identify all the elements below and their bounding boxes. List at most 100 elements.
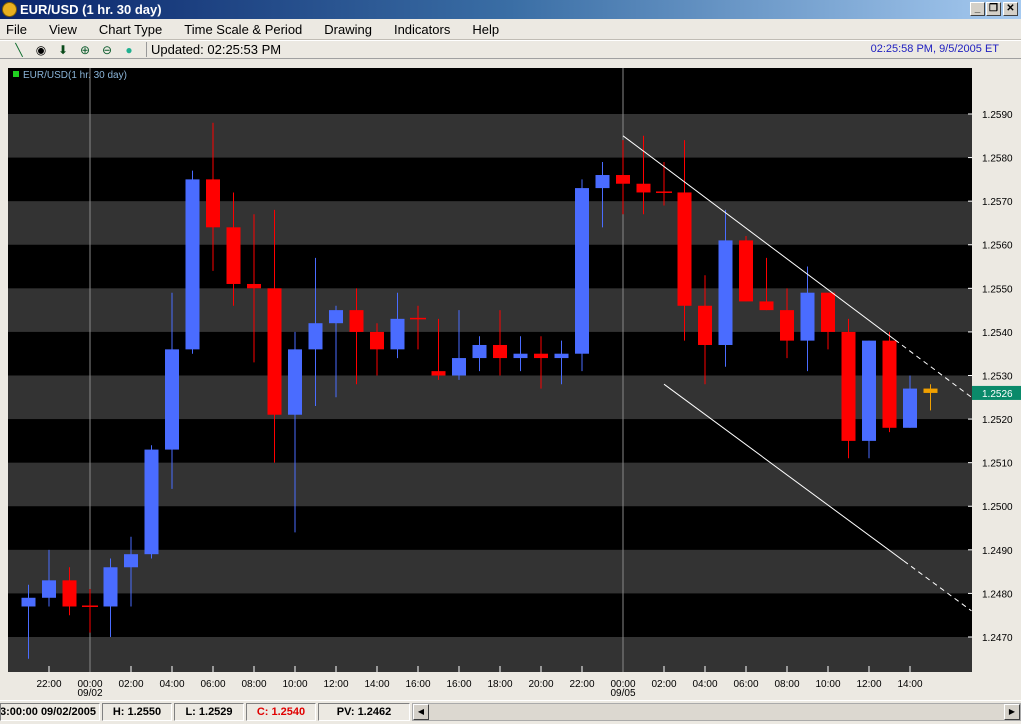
- y-tick-label: 1.2570: [982, 197, 1013, 208]
- toolbar: ╲ ◉ ⬇ ⊕ ⊖ ● Updated: 02:25:53 PM: [0, 40, 1021, 59]
- status-datetime: 09/02/2005 13:00:00: [0, 702, 100, 721]
- candle: [185, 170, 200, 354]
- menu-help[interactable]: Help: [466, 22, 505, 37]
- candle-body: [390, 318, 405, 350]
- close-button[interactable]: ✕: [1003, 2, 1018, 16]
- candle-body: [595, 175, 610, 189]
- candle-body: [42, 580, 56, 598]
- candle-body: [247, 283, 261, 289]
- candle: [882, 331, 897, 433]
- menu-file[interactable]: File: [0, 22, 33, 37]
- candle-body: [82, 605, 98, 607]
- x-tick-label: 14:00: [364, 679, 389, 690]
- clock: 02:25:58 PM, 9/5/2005 ET: [870, 43, 999, 55]
- candle-body: [534, 353, 548, 359]
- legend-swatch: [13, 71, 19, 77]
- x-tick-label: 02:00: [651, 679, 676, 690]
- candle-body: [882, 340, 897, 428]
- current-price-label: 1.2526: [982, 389, 1013, 400]
- candle-body: [144, 449, 159, 555]
- chart-legend: EUR/USD(1 hr. 30 day): [23, 70, 127, 81]
- status-close: C: 1.2540: [246, 702, 316, 721]
- y-tick-label: 1.2560: [982, 241, 1013, 252]
- candlestick-chart[interactable]: 1.2590 1.2580 1.2570 1.2560 1.2550 1.2540 1.25…: [0, 60, 1021, 700]
- arrow-down-icon[interactable]: ⬇: [52, 42, 74, 58]
- menu-view[interactable]: View: [43, 22, 83, 37]
- grid-band: [8, 636, 972, 672]
- menu-drawing[interactable]: Drawing: [318, 22, 378, 37]
- status-pv: PV: 1.2462: [318, 702, 410, 721]
- zoom-out-icon[interactable]: ⊖: [96, 42, 118, 58]
- y-tick-label: 1.2510: [982, 459, 1013, 470]
- zoom-in-icon[interactable]: ⊕: [74, 42, 96, 58]
- candle: [144, 445, 159, 559]
- x-tick-label: 08:00: [774, 679, 799, 690]
- candle-body: [185, 179, 200, 350]
- x-tick-label: 18:00: [487, 679, 512, 690]
- y-tick-label: 1.2490: [982, 546, 1013, 557]
- y-tick-label: 1.2590: [982, 110, 1013, 121]
- menu-time-scale[interactable]: Time Scale & Period: [178, 22, 308, 37]
- draw-line-icon[interactable]: ╲: [8, 42, 30, 58]
- y-tick-label: 1.2480: [982, 589, 1013, 600]
- y-tick-label: 1.2500: [982, 502, 1013, 513]
- candle-body: [903, 388, 917, 428]
- restore-button[interactable]: ❐: [986, 2, 1001, 16]
- x-tick-label: 08:00: [241, 679, 266, 690]
- scroll-left-button[interactable]: ◀: [413, 703, 429, 720]
- candle-body: [329, 310, 343, 324]
- x-tick-label: 20:00: [528, 679, 553, 690]
- x-tick-label: 04:00: [692, 679, 717, 690]
- x-tick-label: 06:00: [200, 679, 225, 690]
- grid-band: [8, 201, 972, 245]
- x-date-label: 09/02: [77, 688, 102, 699]
- y-tick-label: 1.2520: [982, 415, 1013, 426]
- y-tick-label: 1.2550: [982, 284, 1013, 295]
- candle: [862, 340, 876, 459]
- candle-body: [862, 340, 876, 441]
- candle-body: [821, 292, 835, 332]
- candle-body: [267, 288, 282, 415]
- horizontal-scrollbar[interactable]: ◀ ▶: [412, 702, 1021, 721]
- crosshair-icon[interactable]: ◉: [30, 42, 52, 58]
- candle-body: [636, 183, 651, 193]
- candle-body: [513, 353, 528, 359]
- x-date-label: 09/05: [610, 688, 635, 699]
- candle-body: [493, 344, 507, 359]
- candle-body: [718, 240, 733, 345]
- x-tick-label: 22:00: [36, 679, 61, 690]
- menu-indicators[interactable]: Indicators: [388, 22, 456, 37]
- status-low: L: 1.2529: [174, 702, 244, 721]
- y-tick-label: 1.2540: [982, 328, 1013, 339]
- candle-body: [452, 358, 466, 376]
- candle-body: [62, 580, 77, 607]
- candle-body: [923, 388, 938, 393]
- scroll-right-button[interactable]: ▶: [1004, 703, 1020, 720]
- candle-body: [800, 292, 815, 341]
- minimize-button[interactable]: _: [970, 2, 985, 16]
- candle-body: [575, 188, 589, 354]
- x-tick-label: 02:00: [118, 679, 143, 690]
- candle-body: [616, 175, 630, 184]
- candle-body: [759, 301, 774, 311]
- candle-body: [554, 353, 569, 359]
- candle-body: [472, 344, 487, 359]
- candle-body: [698, 305, 712, 345]
- y-tick-label: 1.2580: [982, 154, 1013, 165]
- candle-body: [103, 567, 118, 607]
- candle-body: [288, 349, 302, 415]
- x-tick-label: 10:00: [282, 679, 307, 690]
- globe-icon[interactable]: ●: [118, 42, 140, 58]
- candle-body: [21, 597, 36, 607]
- grid-band: [8, 114, 972, 158]
- menu-chart-type[interactable]: Chart Type: [93, 22, 168, 37]
- status-bar: 09/02/2005 13:00:00 H: 1.2550 L: 1.2529 …: [0, 700, 1021, 722]
- candle-body: [349, 310, 364, 332]
- y-tick-label: 1.2530: [982, 371, 1013, 382]
- candle-body: [308, 323, 323, 350]
- candle: [739, 236, 753, 302]
- menu-bar: File View Chart Type Time Scale & Period…: [0, 20, 1021, 40]
- updated-time: Updated: 02:25:53 PM: [146, 42, 281, 57]
- window-title: EUR/USD (1 hr. 30 day): [20, 2, 162, 17]
- candle-body: [370, 331, 384, 350]
